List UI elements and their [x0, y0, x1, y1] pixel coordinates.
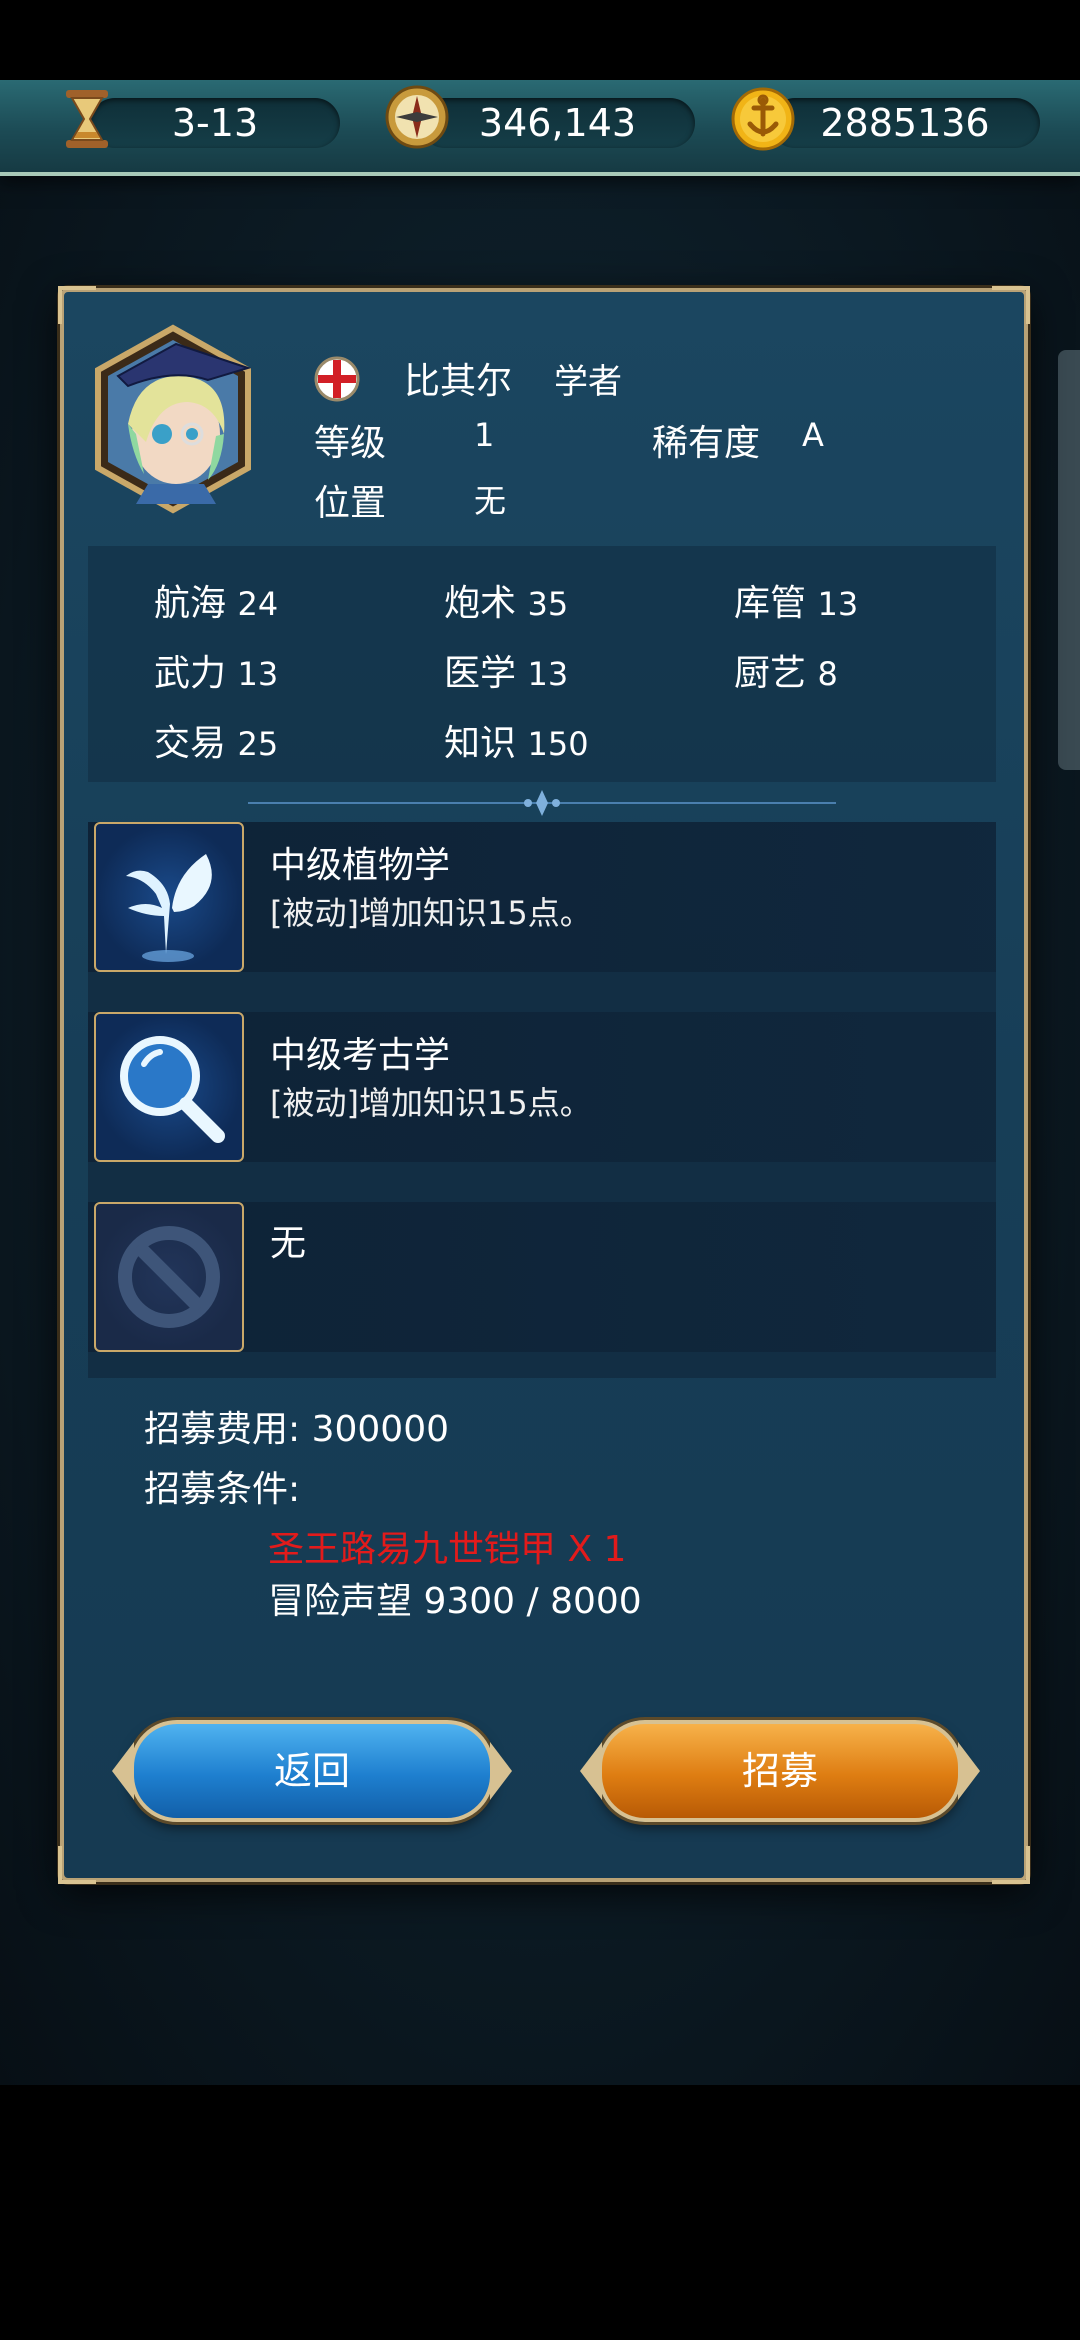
- character-portrait: [95, 324, 252, 514]
- skill-icon-frame: [94, 1012, 244, 1162]
- empty-slot-icon: [118, 1226, 220, 1328]
- skill-name: 无: [270, 1223, 307, 1264]
- panel-corner-ornament: [58, 286, 96, 324]
- level-label: 等级: [314, 423, 387, 464]
- stat-medicine: 医学 13: [444, 653, 569, 694]
- skill-icon-frame: [94, 822, 244, 972]
- requirement-item: 圣王路易九世铠甲 X 1: [268, 1529, 627, 1570]
- stat-storage: 库管 13: [734, 583, 859, 624]
- recruit-dialog: 比其尔 学者 等级 1 稀有度 A 位置 无 航海 24 炮术 35 库管 13…: [58, 286, 1030, 1884]
- stage-counter: 3-13: [90, 98, 340, 148]
- skill-icon-frame: [94, 1202, 244, 1352]
- stage-value: 3-13: [171, 101, 259, 145]
- rarity-value: A: [802, 416, 824, 454]
- stat-sailing: 航海 24: [154, 583, 279, 624]
- recruit-condition-label: 招募条件:: [144, 1469, 301, 1510]
- resource-bar: 3-13 346,143 2885136: [0, 80, 1080, 176]
- skill-slot-3[interactable]: 无: [88, 1202, 996, 1352]
- button-tip-ornament: [580, 1742, 602, 1800]
- skill-slot-2[interactable]: 中级考古学 [被动]增加知识15点。: [88, 1012, 996, 1162]
- button-tip-ornament: [112, 1742, 134, 1800]
- skill-list: 中级植物学 [被动]增加知识15点。 中级考古学 [被动]增加知识15点。 无: [88, 822, 996, 1378]
- ornament-divider: [248, 790, 836, 816]
- panel-corner-ornament: [992, 286, 1030, 324]
- skill-slot-1[interactable]: 中级植物学 [被动]增加知识15点。: [88, 822, 996, 972]
- attribute-stats: 航海 24 炮术 35 库管 13 武力 13 医学 13 厨艺 8 交易 25…: [88, 546, 996, 782]
- back-button[interactable]: 返回: [112, 1720, 512, 1822]
- stat-knowledge: 知识 150: [444, 723, 589, 764]
- recruit-cost: 招募费用: 300000: [144, 1409, 449, 1450]
- position-label: 位置: [314, 483, 387, 524]
- panel-corner-ornament: [58, 1846, 96, 1884]
- rarity-label: 稀有度: [652, 423, 761, 464]
- recruit-button-label: 招募: [741, 1749, 818, 1793]
- panel-corner-ornament: [992, 1846, 1030, 1884]
- stat-cooking: 厨艺 8: [734, 653, 838, 694]
- gold-counter: 2885136: [770, 98, 1040, 148]
- magnifier-icon: [120, 1036, 225, 1143]
- skill-description: [被动]增加知识15点。: [270, 1084, 592, 1122]
- skill-name: 中级植物学: [270, 845, 451, 886]
- skill-description: [被动]增加知识15点。: [270, 894, 592, 932]
- hourglass-icon: [66, 90, 108, 148]
- skill-name: 中级考古学: [270, 1035, 451, 1076]
- character-name: 比其尔: [404, 361, 513, 402]
- character-job: 学者: [554, 362, 622, 402]
- position-value: 无: [474, 482, 507, 520]
- plant-icon: [126, 854, 212, 962]
- button-tip-ornament: [490, 1742, 512, 1800]
- button-tip-ornament: [958, 1742, 980, 1800]
- england-flag-icon: [314, 356, 360, 402]
- recruit-button[interactable]: 招募: [580, 1720, 980, 1822]
- compass-icon: [385, 85, 449, 149]
- gold-value: 2885136: [820, 101, 990, 145]
- stat-gunnery: 炮术 35: [444, 583, 569, 624]
- anchor-coin-icon: [731, 87, 795, 151]
- compass-value: 346,143: [478, 101, 637, 145]
- level-value: 1: [474, 416, 495, 454]
- requirement-fame: 冒险声望 9300 / 8000: [268, 1581, 642, 1622]
- back-button-label: 返回: [273, 1749, 350, 1793]
- stat-trade: 交易 25: [154, 723, 279, 764]
- compass-counter: 346,143: [420, 98, 695, 148]
- stat-combat: 武力 13: [154, 653, 279, 694]
- side-scroll-handle[interactable]: [1058, 350, 1080, 770]
